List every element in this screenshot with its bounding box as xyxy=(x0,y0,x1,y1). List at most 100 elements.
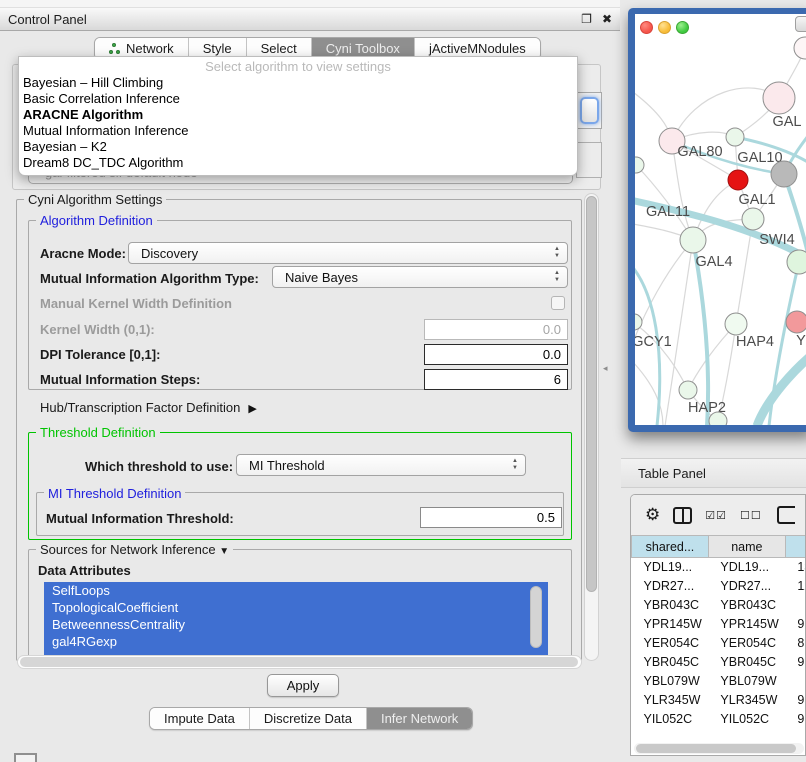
table-column-header[interactable]: name xyxy=(708,536,785,558)
float-window-icon[interactable]: ❐ xyxy=(581,12,592,26)
table-row[interactable]: YIL052CYIL052C9 xyxy=(632,710,806,729)
minimized-panel-icon[interactable] xyxy=(14,753,37,762)
table-horizontal-scrollbar-thumb[interactable] xyxy=(636,744,796,753)
new-table-icon[interactable] xyxy=(777,506,795,524)
gear-icon[interactable]: ⚙ xyxy=(645,505,660,525)
manual-kernel-checkbox[interactable] xyxy=(551,296,565,310)
apply-button[interactable]: Apply xyxy=(267,674,339,697)
table-row[interactable]: YLR345WYLR345W9. xyxy=(632,691,806,710)
table-column-header[interactable]: A xyxy=(785,536,806,558)
table-cell: YBR043C xyxy=(632,596,709,615)
algorithm-option[interactable]: Basic Correlation Inference xyxy=(19,91,577,107)
network-node-gal1[interactable] xyxy=(742,208,764,230)
tab-discretize-data[interactable]: Discretize Data xyxy=(250,708,367,729)
table-row[interactable]: YBR045CYBR045C9. xyxy=(632,653,806,672)
table-cell: 12 xyxy=(785,577,806,596)
data-attributes-list[interactable]: SelfLoopsTopologicalCoefficientBetweenne… xyxy=(44,582,548,656)
mi-type-combobox[interactable]: Naive Bayes ▲▼ xyxy=(272,266,568,288)
attribute-list-item[interactable]: TopologicalCoefficient xyxy=(44,599,548,616)
attribute-list-item[interactable]: SelfLoops xyxy=(44,582,548,599)
data-attributes-label: Data Attributes xyxy=(38,563,131,578)
mi-threshold-group-title: MI Threshold Definition xyxy=(44,486,185,501)
deselect-all-checkboxes-icon[interactable]: ☐☐ xyxy=(740,509,762,522)
attribute-list-scrollbar[interactable] xyxy=(530,586,542,648)
attribute-list-item[interactable]: gal4RGexp xyxy=(44,633,548,650)
manual-kernel-label: Manual Kernel Width Definition xyxy=(40,296,232,311)
network-node-gal10[interactable] xyxy=(726,128,744,146)
cyni-settings-group-title: Cyni Algorithm Settings xyxy=(24,192,166,207)
mi-steps-label: Mutual Information Steps: xyxy=(40,372,200,387)
aracne-mode-combobox[interactable]: Discovery ▲▼ xyxy=(128,242,568,264)
tab-label: Cyni Toolbox xyxy=(326,41,400,56)
tab-label: Infer Network xyxy=(381,711,458,726)
mi-steps-field[interactable]: 6 xyxy=(424,369,568,390)
algorithm-dropdown-list: Select algorithm to view settings Bayesi… xyxy=(18,56,578,176)
hub-definition-toggle[interactable]: Hub/Transcription Factor Definition▶ xyxy=(40,400,257,415)
algorithm-option[interactable]: Bayesian – Hill Climbing xyxy=(19,75,577,91)
kernel-width-label: Kernel Width (0,1): xyxy=(40,322,155,337)
settings-horizontal-scrollbar-thumb[interactable] xyxy=(20,657,578,667)
sources-title-text: Sources for Network Inference xyxy=(40,542,216,557)
network-node-y[interactable] xyxy=(786,311,806,333)
sources-group-title[interactable]: Sources for Network Inference ▼ xyxy=(36,542,233,557)
window-toolbar-button[interactable] xyxy=(795,16,806,32)
network-node-gal4[interactable] xyxy=(680,227,706,253)
network-canvas[interactable]: GALGAL80GAL10GAL1GAL11GAL4SWI4GCY1HAP4YH… xyxy=(635,14,806,425)
tab-infer-network[interactable]: Infer Network xyxy=(367,708,472,729)
table-panel-titlebar: Table Panel xyxy=(621,458,806,488)
table-row[interactable]: YDL19...YDL19...13 xyxy=(632,558,806,577)
which-threshold-value: MI Threshold xyxy=(249,458,325,473)
tab-label: Select xyxy=(261,41,297,56)
settings-vertical-scrollbar-thumb[interactable] xyxy=(586,196,597,592)
network-edge xyxy=(688,324,736,390)
control-panel-titlebar: Control Panel ❐ ✖ xyxy=(0,8,620,31)
mi-threshold-field[interactable]: 0.5 xyxy=(420,507,562,528)
algorithm-option[interactable]: Dream8 DC_TDC Algorithm xyxy=(19,155,577,171)
algorithm-option[interactable]: Mutual Information Inference xyxy=(19,123,577,139)
table-cell: YDR27... xyxy=(708,577,785,596)
table-cell xyxy=(785,672,806,691)
table-row[interactable]: YPR145WYPR145W9. xyxy=(632,615,806,634)
aracne-mode-value: Discovery xyxy=(141,246,198,261)
tab-impute-data[interactable]: Impute Data xyxy=(150,708,250,729)
close-window-icon[interactable]: ✖ xyxy=(602,12,612,26)
table-horizontal-scrollbar[interactable] xyxy=(634,743,804,754)
aracne-mode-label: Aracne Mode: xyxy=(40,246,126,261)
mi-type-value: Naive Bayes xyxy=(285,270,358,285)
algorithm-option[interactable]: Bayesian – K2 xyxy=(19,139,577,155)
tab-label: Discretize Data xyxy=(264,711,352,726)
table-column-header[interactable]: shared... xyxy=(632,536,709,558)
control-panel-title: Control Panel xyxy=(8,12,571,27)
combobox-arrow-button[interactable] xyxy=(580,97,599,124)
table-panel-window: ⚙ ☑☑ ☐☐ shared...nameA YDL19...YDL19...1… xyxy=(630,494,806,756)
kernel-width-value: 0.0 xyxy=(543,322,561,337)
network-node[interactable] xyxy=(728,170,748,190)
column-layout-icon[interactable] xyxy=(673,507,692,524)
table-cell: YER054C xyxy=(708,634,785,653)
tab-label: Network xyxy=(126,41,174,56)
network-node[interactable] xyxy=(635,157,644,173)
table-row[interactable]: YBL079WYBL079W xyxy=(632,672,806,691)
table-row[interactable]: YER054CYER054C8. xyxy=(632,634,806,653)
attribute-list-item[interactable]: BetweennessCentrality xyxy=(44,616,548,633)
panel-divider-arrow-icon[interactable]: ◂ xyxy=(603,363,608,374)
table-row[interactable]: YBR043CYBR043C xyxy=(632,596,806,615)
network-node-hap4[interactable] xyxy=(725,313,747,335)
dpi-tolerance-field[interactable]: 0.0 xyxy=(424,344,568,365)
algorithm-option[interactable]: ARACNE Algorithm xyxy=(19,107,577,123)
network-node[interactable] xyxy=(794,37,806,59)
kernel-width-field[interactable]: 0.0 xyxy=(424,319,568,340)
network-node-hap2[interactable] xyxy=(679,381,697,399)
network-node-label: GAL4 xyxy=(695,254,732,270)
select-all-checkboxes-icon[interactable]: ☑☑ xyxy=(705,509,727,522)
network-node-gal[interactable] xyxy=(763,82,795,114)
table-toolbar: ⚙ ☑☑ ☐☐ xyxy=(631,495,806,535)
network-node[interactable] xyxy=(771,161,797,187)
table-row[interactable]: YDR27...YDR27...12 xyxy=(632,577,806,596)
network-node-swi4[interactable] xyxy=(787,250,806,274)
mi-steps-value: 6 xyxy=(554,372,561,387)
which-threshold-combobox[interactable]: MI Threshold ▲▼ xyxy=(236,454,526,476)
network-node[interactable] xyxy=(709,412,727,425)
network-edge xyxy=(635,322,688,390)
table-cell: YER054C xyxy=(632,634,709,653)
